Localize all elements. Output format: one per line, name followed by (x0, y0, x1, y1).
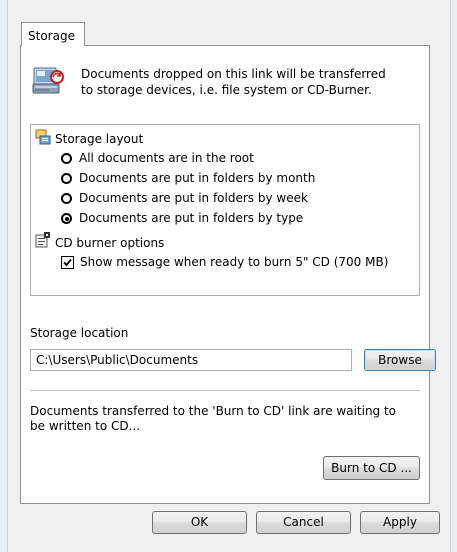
apply-button[interactable]: Apply (360, 511, 440, 534)
storage-transfer-icon (31, 64, 65, 98)
radio-folders-by-week[interactable] (61, 193, 72, 204)
radio-folders-by-type[interactable] (61, 213, 72, 224)
cd-burner-group-label: CD burner options (55, 236, 165, 250)
section-divider (30, 390, 420, 392)
checkmark-icon (63, 258, 72, 267)
radio-folders-by-month-label[interactable]: Documents are put in folders by month (79, 170, 315, 186)
radio-folders-by-type-label[interactable]: Documents are put in folders by type (79, 210, 303, 226)
burn-to-cd-button[interactable]: Burn to CD ... (323, 456, 420, 480)
storage-location-label: Storage location (30, 326, 129, 340)
folder-tree-icon (35, 129, 51, 145)
storage-layout-group-label: Storage layout (55, 132, 144, 146)
burn-description: Documents transferred to the 'Burn to CD… (30, 404, 397, 433)
window-frame-left (0, 0, 8, 552)
burn-message-checkbox[interactable] (61, 256, 74, 269)
storage-intro-text: Documents dropped on this link will be t… (81, 67, 386, 97)
storage-location-input[interactable] (30, 349, 352, 371)
radio-folders-by-month[interactable] (61, 173, 72, 184)
burn-message-checkbox-label[interactable]: Show message when ready to burn 5" CD (7… (80, 254, 388, 270)
browse-button[interactable]: Browse (364, 349, 436, 371)
radio-folders-by-week-label[interactable]: Documents are put in folders by week (79, 190, 308, 206)
tab-storage-label: Storage (28, 29, 75, 43)
window-frame-right (450, 0, 457, 552)
radio-all-in-root-label[interactable]: All documents are in the root (79, 150, 254, 166)
cd-burner-settings-icon (35, 232, 51, 248)
radio-all-in-root[interactable] (61, 153, 72, 164)
ok-button[interactable]: OK (152, 511, 247, 534)
cancel-button[interactable]: Cancel (256, 511, 351, 534)
tab-storage[interactable]: Storage (21, 22, 85, 46)
